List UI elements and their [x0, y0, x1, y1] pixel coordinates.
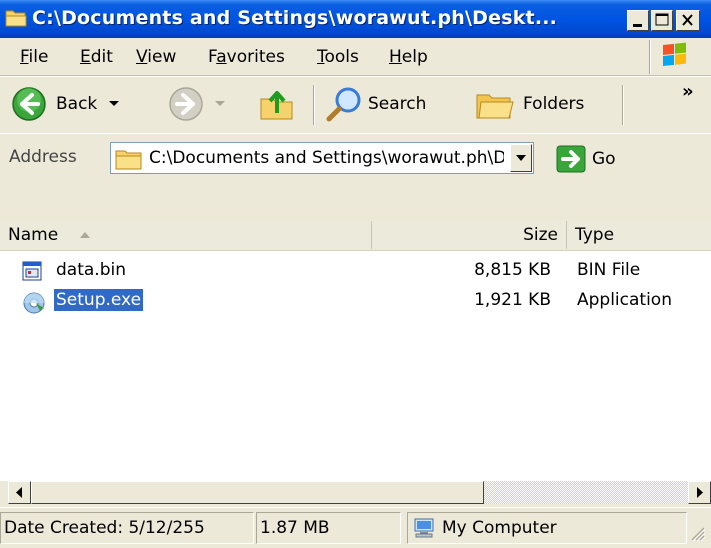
windows-logo	[650, 40, 699, 74]
search-icon	[326, 87, 361, 122]
bin-file-icon	[22, 261, 42, 286]
scroll-track[interactable]	[484, 481, 688, 504]
scroll-right-button[interactable]	[688, 481, 711, 504]
horizontal-scrollbar[interactable]	[8, 481, 711, 504]
scroll-thumb[interactable]	[31, 481, 484, 504]
forward-dropdown-icon	[215, 101, 225, 106]
list-item-selected[interactable]: Setup.exe 1,921 KB Application	[0, 286, 711, 316]
search-label: Search	[368, 94, 427, 114]
folder-icon	[5, 8, 27, 28]
column-type-label: Type	[575, 225, 615, 245]
back-label: Back	[56, 94, 98, 114]
status-zone: My Computer	[407, 512, 687, 544]
up-folder-icon	[260, 91, 293, 120]
column-size-label: Size	[523, 225, 558, 245]
folders-icon	[476, 94, 514, 119]
column-name-header[interactable]: Name	[0, 221, 372, 249]
file-type: BIN File	[577, 260, 641, 280]
minimize-icon	[633, 24, 642, 27]
maximize-button[interactable]	[651, 10, 673, 31]
standard-toolbar: Back Search Folders »	[0, 76, 711, 134]
file-size: 8,815 KB	[474, 260, 551, 280]
address-dropdown-button[interactable]	[510, 144, 532, 172]
scroll-left-button[interactable]	[8, 481, 31, 504]
menu-edit[interactable]: Edit	[80, 47, 113, 67]
back-dropdown-icon	[109, 101, 120, 106]
column-header: Name Size Type	[0, 221, 711, 251]
close-button[interactable]	[676, 10, 700, 31]
search-button[interactable]: Search	[324, 85, 426, 123]
go-button[interactable]: Go	[556, 145, 616, 173]
menu-file[interactable]: File	[20, 47, 48, 67]
up-folder-button[interactable]	[257, 85, 297, 123]
folder-icon	[115, 148, 143, 175]
close-icon	[682, 14, 693, 26]
toolbar-separator	[622, 85, 623, 125]
file-type: Application	[577, 290, 672, 310]
file-size: 1,921 KB	[474, 290, 551, 310]
minimize-button[interactable]	[627, 10, 649, 31]
menu-favorites[interactable]: Favorites	[208, 47, 285, 67]
address-bar: Address C:\Documents and Settings\worawu…	[0, 133, 711, 183]
title-bar[interactable]: C:\Documents and Settings\worawut.ph\Des…	[0, 0, 711, 38]
maximize-icon	[656, 14, 668, 16]
resize-grip-icon[interactable]	[690, 526, 706, 542]
setup-exe-icon	[22, 291, 46, 320]
file-name: data.bin	[56, 260, 126, 280]
status-bar: Date Created: 5/12/255 1.87 MB My Comput…	[0, 507, 711, 548]
folders-label: Folders	[523, 94, 585, 114]
status-date-created: Date Created: 5/12/255	[0, 512, 254, 544]
explorer-band	[0, 182, 711, 221]
menu-bar: File Edit View Favorites Tools Help	[0, 38, 711, 76]
menu-help[interactable]: Help	[389, 47, 428, 67]
back-button[interactable]: Back	[10, 85, 123, 123]
menu-tools[interactable]: Tools	[317, 47, 359, 67]
my-computer-icon	[414, 518, 434, 538]
column-name-label: Name	[8, 225, 59, 245]
list-item[interactable]: data.bin 8,815 KB BIN File	[0, 256, 711, 286]
go-arrow-icon	[556, 145, 586, 173]
folders-button[interactable]: Folders	[475, 85, 584, 123]
column-type-header[interactable]: Type	[567, 221, 711, 249]
address-value: C:\Documents and Settings\worawut.ph\D	[149, 148, 504, 168]
back-arrow-icon	[12, 87, 46, 121]
toolbar-separator	[313, 85, 314, 125]
toolbar-overflow-chevron[interactable]: »	[682, 81, 694, 102]
address-label: Address	[9, 147, 77, 167]
menu-view[interactable]: View	[136, 47, 176, 67]
sort-ascending-icon	[79, 232, 90, 238]
scroll-left-icon	[16, 487, 22, 498]
go-label: Go	[592, 149, 616, 169]
forward-button[interactable]	[167, 85, 229, 123]
forward-arrow-icon	[169, 87, 203, 121]
chevron-down-icon	[516, 155, 526, 161]
window-title: C:\Documents and Settings\worawut.ph\Des…	[32, 7, 558, 29]
status-size: 1.87 MB	[256, 512, 401, 544]
file-name: Setup.exe	[52, 288, 145, 312]
status-location: My Computer	[442, 518, 557, 538]
scroll-right-icon	[697, 487, 703, 498]
column-size-header[interactable]: Size	[372, 221, 567, 249]
address-input[interactable]: C:\Documents and Settings\worawut.ph\D	[110, 142, 534, 174]
